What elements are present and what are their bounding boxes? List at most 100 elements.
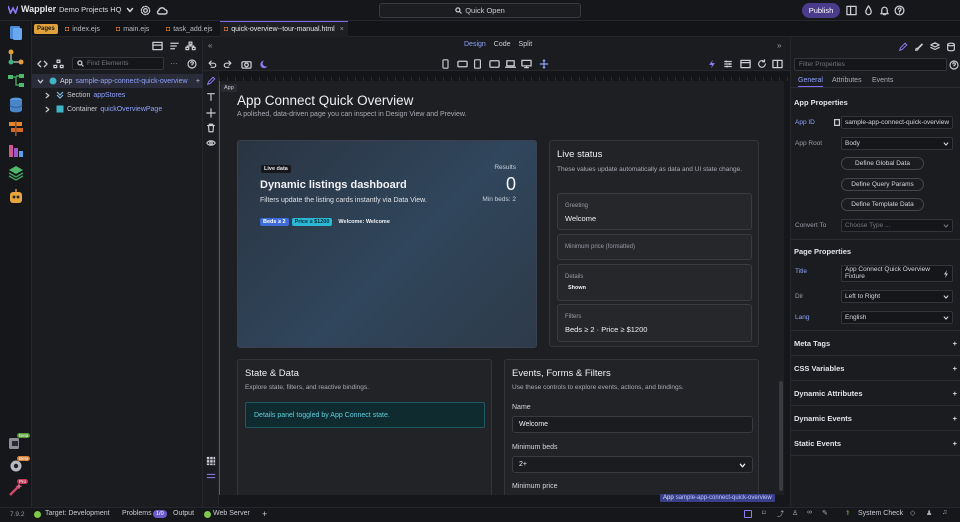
canvas-scrollbar[interactable] (779, 381, 783, 491)
bell-icon[interactable] (879, 5, 890, 16)
eye-icon[interactable] (206, 138, 216, 148)
convert-to-select[interactable]: Choose Type ... (841, 219, 953, 232)
tab-attributes[interactable]: Attributes (832, 77, 862, 84)
output-button[interactable]: Output (173, 510, 194, 517)
collapse-right-icon[interactable]: » (777, 41, 781, 50)
help-icon[interactable] (949, 60, 959, 70)
layout-toggle-icon[interactable] (744, 510, 752, 518)
lang-select[interactable]: English (841, 311, 953, 324)
define-global-data-button[interactable]: Define Global Data (841, 157, 924, 170)
edit-pencil-icon[interactable] (206, 76, 216, 86)
find-elements-input[interactable]: Find Elements (72, 57, 164, 70)
text-format-icon[interactable] (206, 92, 216, 102)
thumbs-up-icon[interactable]: ♙ (792, 509, 798, 517)
moon-icon[interactable] (260, 59, 270, 69)
brush-icon[interactable]: ✎ (822, 509, 828, 517)
hierarchy-icon[interactable] (185, 41, 196, 51)
name-input[interactable]: Welcome (512, 416, 753, 433)
tree-item-app[interactable]: App sample-app-connect-quick-overview + (32, 74, 203, 88)
add-terminal-icon[interactable]: + (262, 509, 267, 519)
stack-icon[interactable] (930, 42, 940, 52)
app-id-input[interactable]: sample-app-connect-quick-overview (841, 116, 953, 129)
css-variables-section[interactable]: CSS Variables + (794, 364, 957, 373)
target-selector[interactable]: Target: Development (45, 510, 110, 517)
undo-icon[interactable] (207, 59, 217, 69)
rail-design[interactable] (7, 142, 25, 160)
droplet-icon[interactable] (863, 5, 874, 16)
pages-badge[interactable]: Pages (34, 24, 58, 34)
brush-icon[interactable] (914, 42, 924, 52)
lightning-icon[interactable] (943, 270, 949, 278)
rail-ai-assistant[interactable] (7, 188, 25, 206)
problems-button[interactable]: Problems (122, 510, 152, 517)
list-lines-icon[interactable] (206, 472, 216, 480)
tree-item-section[interactable]: Section appStores (32, 88, 203, 102)
tree-item-container[interactable]: Container quickOverviewPage (32, 102, 203, 116)
chevron-down-icon[interactable] (37, 78, 44, 85)
device-tablet-icon[interactable] (473, 59, 482, 69)
rail-workflows[interactable] (7, 48, 25, 66)
tab-quick-overview[interactable]: ◘ quick-overview--tour-manual.html × (220, 21, 348, 37)
rail-pro[interactable]: Pro (7, 479, 29, 498)
device-mobile-icon[interactable] (441, 59, 450, 69)
view-split-tab[interactable]: Split (519, 41, 533, 48)
chevron-right-icon[interactable] (44, 92, 51, 99)
sort-list-icon[interactable] (169, 41, 180, 51)
split-view-icon[interactable] (772, 59, 783, 69)
design-canvas[interactable]: App App Connect Quick Overview A polishe… (219, 81, 784, 495)
dynamic-attributes-section[interactable]: Dynamic Attributes + (794, 389, 957, 398)
dynamic-events-section[interactable]: Dynamic Events + (794, 414, 957, 423)
component-tree-icon[interactable] (53, 59, 64, 69)
responsive-move-icon[interactable] (539, 59, 549, 69)
rail-routing[interactable] (7, 119, 25, 137)
rail-tree[interactable] (7, 72, 25, 90)
cloud-icon[interactable] (156, 5, 168, 16)
system-check-button[interactable]: System Check (858, 510, 903, 517)
tab-events[interactable]: Events (872, 77, 893, 84)
code-brackets-icon[interactable] (37, 59, 48, 69)
help-icon[interactable] (894, 5, 905, 16)
link-icon[interactable]: ∞ (807, 509, 812, 516)
camera-icon[interactable] (241, 59, 252, 69)
eraser-icon[interactable]: ◇ (910, 509, 915, 517)
tab-task-add[interactable]: ◘ task_add.ejs (162, 21, 217, 37)
static-events-section[interactable]: Static Events + (794, 439, 957, 448)
filter-properties-input[interactable]: Filter Properties (794, 58, 947, 71)
title-input[interactable]: App Connect Quick Overview Fixture (841, 265, 953, 282)
gear-icon[interactable] (140, 5, 151, 16)
device-tablet-landscape-icon[interactable] (489, 59, 500, 69)
chevron-right-icon[interactable] (44, 106, 51, 113)
lightning-icon[interactable] (707, 59, 717, 69)
data-bindings-icon[interactable] (946, 42, 956, 52)
edit-properties-icon[interactable] (898, 42, 908, 52)
view-code-tab[interactable]: Code (494, 41, 511, 48)
trash-icon[interactable] (206, 123, 216, 133)
meta-tags-section[interactable]: Meta Tags + (794, 339, 957, 348)
app-root-select[interactable]: Body (841, 137, 953, 150)
tab-general[interactable]: General (798, 77, 823, 87)
refresh-icon[interactable] (757, 59, 767, 69)
help-icon[interactable] (187, 59, 197, 69)
rail-database[interactable] (7, 96, 25, 114)
publish-button[interactable]: Publish (802, 3, 840, 18)
project-selector[interactable]: Demo Projects HQ (59, 5, 134, 14)
rail-settings[interactable]: Beta (7, 456, 31, 475)
view-design-tab[interactable]: Design (464, 41, 486, 48)
tab-index[interactable]: ◘ index.ejs (61, 21, 104, 37)
add-child-icon[interactable]: + (196, 78, 200, 85)
rail-pages[interactable] (7, 24, 25, 42)
dir-select[interactable]: Left to Right (841, 290, 953, 303)
device-desktop-icon[interactable] (521, 59, 532, 69)
sliders-icon[interactable] (723, 59, 733, 69)
person-icon[interactable]: ♟ (926, 509, 932, 517)
web-server-button[interactable]: Web Server (213, 510, 250, 517)
more-options-icon[interactable]: ··· (170, 59, 178, 68)
quick-open-input[interactable]: Quick Open (379, 3, 581, 18)
device-landscape-icon[interactable] (457, 59, 468, 69)
min-beds-select[interactable]: 2+ (512, 456, 753, 473)
collapse-left-icon[interactable]: « (208, 41, 212, 50)
drag-move-icon[interactable] (206, 108, 216, 118)
device-laptop-icon[interactable] (505, 59, 516, 69)
panel-layout-icon[interactable] (152, 41, 163, 51)
rail-extensions[interactable]: Beta (7, 433, 31, 452)
